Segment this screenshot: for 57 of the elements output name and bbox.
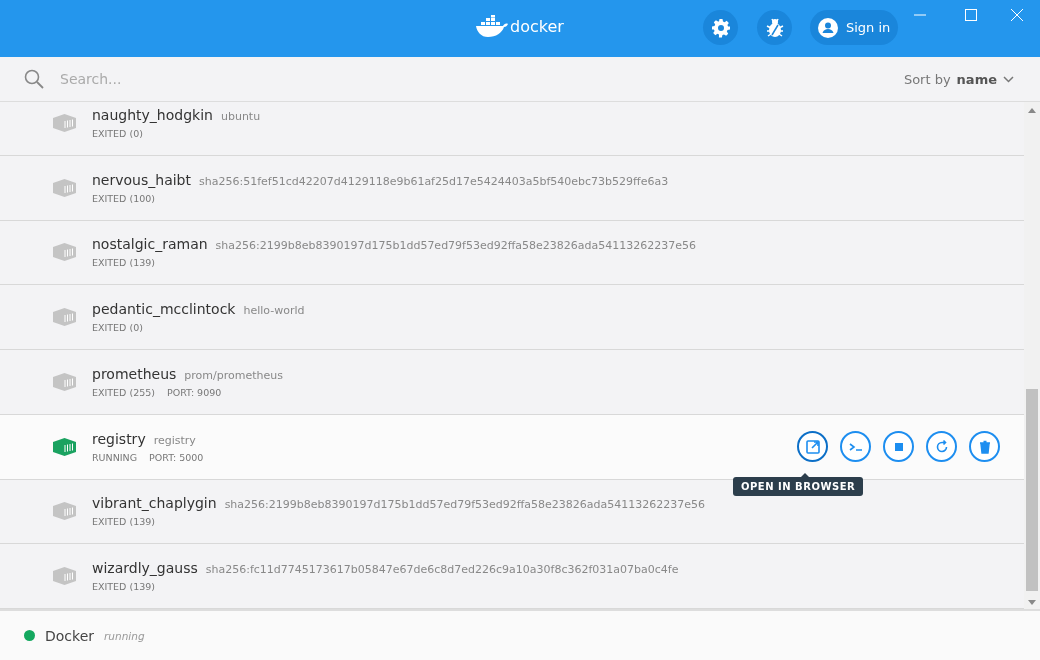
engine-status: running — [104, 629, 145, 642]
container-name: prometheus — [92, 365, 177, 382]
search-field[interactable]: Search... — [58, 70, 904, 88]
container-row[interactable]: naughty_hodgkin ubuntu EXITED (0) — [0, 102, 1024, 156]
container-name: wizardly_gauss — [92, 560, 198, 577]
container-status: EXITED (255) — [92, 386, 155, 398]
scroll-down-icon[interactable] — [1028, 600, 1036, 605]
container-name: pedantic_mcclintock — [92, 301, 236, 318]
container-row[interactable]: pedantic_mcclintock hello-world EXITED (0) — [0, 285, 1024, 350]
container-name: naughty_hodgkin — [92, 106, 213, 123]
container-name: registry — [92, 430, 146, 447]
delete-button[interactable] — [969, 431, 1000, 463]
container-status: EXITED (139) — [92, 581, 155, 593]
sort-dropdown[interactable]: Sort by name — [903, 71, 1014, 87]
container-status: EXITED (0) — [92, 127, 143, 139]
logo-text: docker — [510, 16, 564, 36]
restart-button[interactable] — [926, 431, 957, 463]
settings-icon — [710, 17, 731, 38]
image-name: sha256:51fef51cd42207d4129118e9b61af25d17e5424403a5bf540ebc73b529ffe6a3 — [199, 174, 669, 188]
bug-report-button[interactable] — [757, 10, 792, 45]
image-name: registry — [153, 433, 196, 447]
image-name: ubuntu — [220, 109, 261, 123]
container-name: nervous_haibt — [92, 171, 191, 188]
image-name: sha256:fc11d7745173617b05847e67de6c8d7ed226c9a10a30f8c362f031a07ba0c4fe — [205, 563, 679, 577]
container-name: nostalgic_raman — [92, 236, 208, 253]
container-row[interactable]: registry registry RUNNING PORT: 5000 — [0, 414, 1024, 480]
user-avatar-icon — [818, 17, 838, 38]
container-port: PORT: 5000 — [149, 451, 204, 463]
container-row[interactable]: prometheus prom/prometheus EXITED (255) PORT: 9090 — [0, 350, 1024, 415]
container-name: vibrant_chaplygin — [92, 495, 217, 512]
image-name: sha256:2199b8eb8390197d175b1dd57ed79f53ed92ffa58e23826ada54113262237e56 — [224, 498, 706, 512]
scrollbar-thumb[interactable] — [1026, 389, 1038, 591]
container-row[interactable]: nervous_haibt sha256:51fef51cd42207d4129118e9b61af25d17e5424403a5bf540ebc73b529ffe6a3 EXITED (100) — [0, 155, 1024, 221]
exec-terminal-button[interactable] — [840, 431, 871, 463]
chevron-down-icon — [1003, 75, 1014, 83]
close-icon[interactable] — [1010, 8, 1024, 22]
settings-button[interactable] — [703, 10, 738, 45]
whale-logo-icon — [476, 15, 508, 37]
container-row[interactable]: nostalgic_raman sha256:2199b8eb8390197d175b1dd57ed79f53ed92ffa58e23826ada54113262237e56 EXITED (139) — [0, 220, 1024, 286]
search-icon — [24, 69, 44, 89]
container-port: PORT: 9090 — [167, 386, 222, 398]
open-in-browser-button[interactable] — [797, 431, 828, 463]
image-name: hello-world — [243, 304, 305, 318]
scrollbar[interactable] — [1024, 102, 1040, 609]
stop-button[interactable] — [883, 431, 914, 463]
container-status: EXITED (0) — [92, 322, 143, 334]
sign-in-button[interactable]: Sign in — [810, 10, 898, 45]
image-name: sha256:2199b8eb8390197d175b1dd57ed79f53ed92ffa58e23826ada54113262237e56 — [215, 239, 697, 253]
image-name: prom/prometheus — [184, 368, 283, 382]
scroll-up-icon[interactable] — [1028, 108, 1036, 113]
container-status: RUNNING — [92, 451, 138, 463]
engine-name: Docker — [45, 627, 95, 644]
container-status: EXITED (139) — [92, 516, 155, 528]
container-status: EXITED (100) — [92, 192, 155, 204]
maximize-icon[interactable] — [964, 8, 978, 22]
container-status: EXITED (139) — [92, 257, 155, 269]
external-link-icon — [804, 438, 821, 455]
